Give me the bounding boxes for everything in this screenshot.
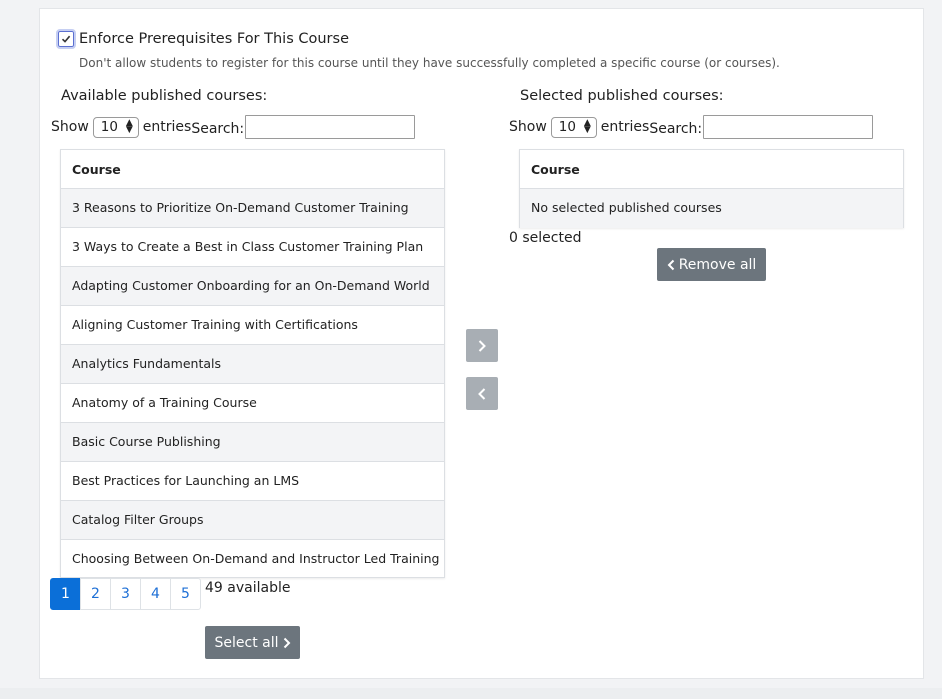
add-selected-button[interactable] [466, 329, 498, 362]
enforce-prerequisites-help: Don't allow students to register for thi… [79, 56, 780, 70]
table-row[interactable]: Anatomy of a Training Course [61, 384, 444, 423]
selected-page-size-select[interactable]: 10 ▲ ▼ [550, 116, 597, 138]
select-arrows-icon: ▲ ▼ [583, 118, 591, 135]
page-button-2[interactable]: 2 [80, 578, 111, 610]
search-label: Search: [649, 121, 703, 137]
page-size-value: 10 [100, 119, 118, 135]
table-row[interactable]: Analytics Fundamentals [61, 345, 444, 384]
table-row[interactable]: Basic Course Publishing [61, 423, 444, 462]
checkmark-icon [61, 35, 71, 43]
enforce-prerequisites-label[interactable]: Enforce Prerequisites For This Course [79, 31, 349, 47]
available-courses-title: Available published courses: [61, 88, 268, 104]
chevron-right-icon [478, 339, 486, 352]
course-column-header[interactable]: Course [520, 150, 903, 189]
selected-search-input[interactable] [703, 115, 874, 139]
entries-label: entries [600, 119, 650, 135]
selected-count: 0 selected [509, 230, 582, 246]
enforce-prerequisites-checkbox[interactable] [56, 29, 76, 49]
page-button-3[interactable]: 3 [110, 578, 141, 610]
table-row[interactable]: Best Practices for Launching an LMS [61, 462, 444, 501]
available-count: 49 available [205, 580, 291, 596]
empty-table-message: No selected published courses [520, 189, 903, 228]
remove-all-button[interactable]: Remove all [657, 248, 766, 281]
page-button-1[interactable]: 1 [50, 578, 81, 610]
available-pagination: 1 2 3 4 5 [50, 578, 201, 610]
search-label: Search: [191, 121, 245, 137]
entries-label: entries [142, 119, 192, 135]
page-size-value: 10 [558, 119, 576, 135]
show-label: Show [51, 119, 89, 135]
table-row[interactable]: 3 Ways to Create a Best in Class Custome… [61, 228, 444, 267]
table-row[interactable]: Aligning Customer Training with Certific… [61, 306, 444, 345]
remove-all-label: Remove all [678, 256, 757, 273]
available-search-input[interactable] [245, 115, 416, 139]
select-arrows-icon: ▲ ▼ [125, 118, 133, 135]
selected-length-control: Show 10 ▲ ▼ entries Search: [509, 115, 874, 139]
table-row[interactable]: 3 Reasons to Prioritize On-Demand Custom… [61, 189, 444, 228]
table-row[interactable]: Catalog Filter Groups [61, 501, 444, 540]
available-length-control: Show 10 ▲ ▼ entries Search: [51, 115, 416, 139]
chevron-left-icon [667, 259, 674, 270]
selected-courses-title: Selected published courses: [520, 88, 724, 104]
page-button-4[interactable]: 4 [140, 578, 171, 610]
select-all-button[interactable]: Select all [205, 626, 300, 659]
remove-selected-button[interactable] [466, 377, 498, 410]
select-all-label: Select all [214, 634, 279, 651]
available-courses-table: Course 3 Reasons to Prioritize On-Demand… [60, 149, 445, 578]
chevron-left-icon [478, 387, 486, 400]
available-page-size-select[interactable]: 10 ▲ ▼ [92, 116, 139, 138]
course-column-header[interactable]: Course [61, 150, 444, 189]
table-row[interactable]: Choosing Between On-Demand and Instructo… [61, 540, 444, 579]
show-label: Show [509, 119, 547, 135]
footer-strip [0, 688, 942, 699]
page-button-5[interactable]: 5 [170, 578, 201, 610]
table-row[interactable]: Adapting Customer Onboarding for an On-D… [61, 267, 444, 306]
selected-courses-table: Course No selected published courses [519, 149, 904, 228]
chevron-right-icon [283, 637, 290, 648]
